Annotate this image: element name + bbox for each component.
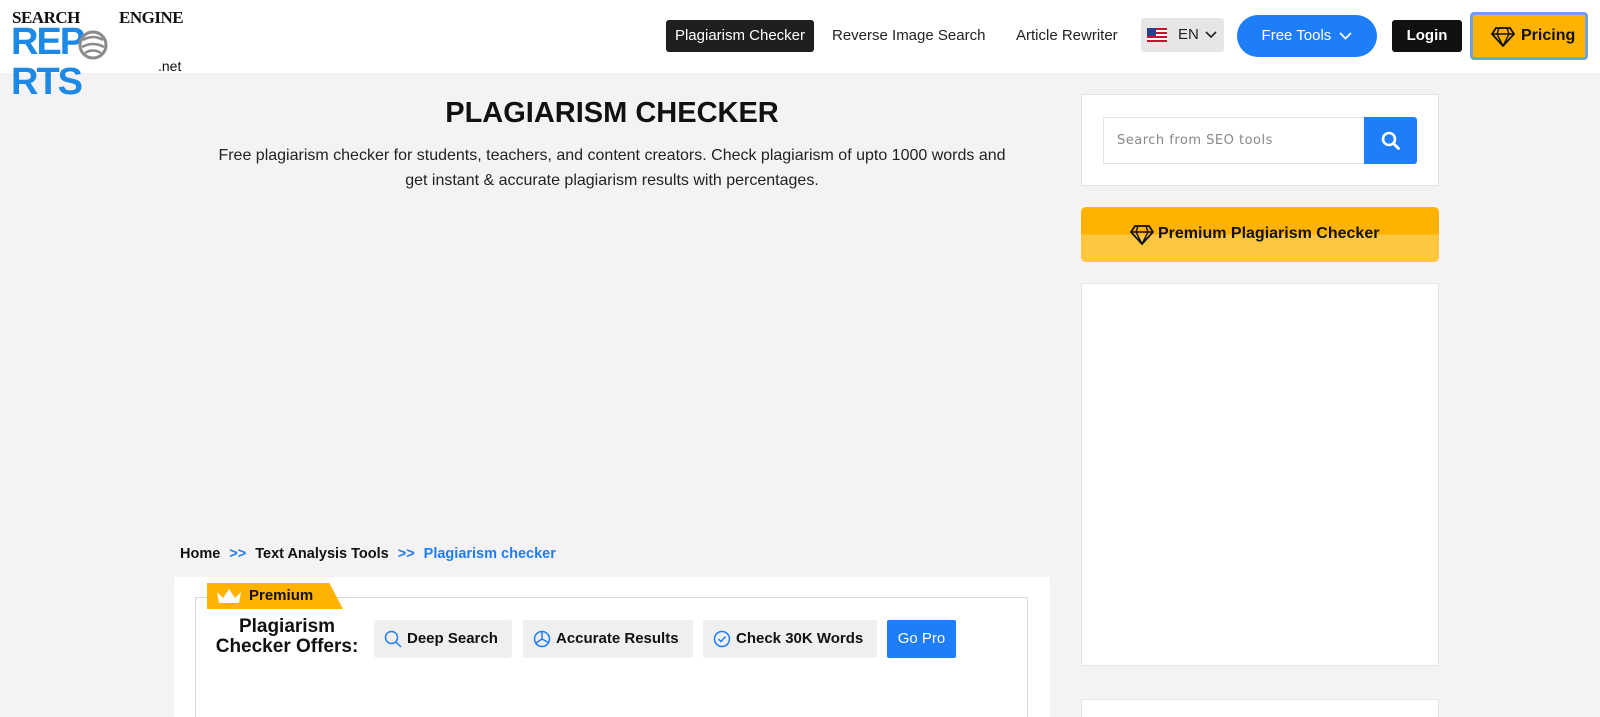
accurate-results-chip: Accurate Results	[523, 620, 693, 658]
breadcrumb-home[interactable]: Home	[180, 546, 220, 562]
page-title: PLAGIARISM CHECKER	[445, 97, 779, 129]
go-pro-button[interactable]: Go Pro	[887, 620, 956, 658]
deep-search-chip: Deep Search	[374, 620, 512, 658]
logo-rep: REP	[11, 21, 85, 63]
pricing-button[interactable]: Pricing	[1470, 12, 1588, 60]
check-circle-icon	[713, 630, 731, 648]
sidebar-ad-slot-2	[1081, 699, 1439, 717]
breadcrumb: Home >> Text Analysis Tools >> Plagiarism ch…	[180, 546, 556, 562]
login-button[interactable]: Login	[1392, 20, 1462, 52]
free-tools-label: Free Tools	[1261, 27, 1332, 44]
text-input-area[interactable]	[195, 679, 1028, 717]
search-icon	[1381, 131, 1400, 150]
offers-label-line-2: Checker Offers:	[215, 636, 359, 657]
sidebar-ad-slot	[1081, 283, 1439, 666]
nav-reverse-image-search[interactable]: Reverse Image Search	[832, 20, 985, 52]
search-button[interactable]	[1364, 117, 1417, 164]
breadcrumb-text-analysis[interactable]: Text Analysis Tools	[255, 546, 389, 562]
top-header: SEARCH ENGINE REPRTS .net Plagiarism Che…	[0, 0, 1600, 102]
crown-icon	[217, 589, 241, 603]
breadcrumb-separator: >>	[397, 546, 415, 562]
seo-tools-search-input[interactable]: Search from SEO tools	[1103, 117, 1364, 164]
premium-checker-label: Premium Plagiarism Checker	[1158, 225, 1380, 242]
premium-ribbon-label: Premium	[249, 587, 314, 604]
breadcrumb-separator: >>	[229, 546, 247, 562]
deep-search-label: Deep Search	[407, 630, 498, 647]
breadcrumb-current: Plagiarism checker	[423, 546, 556, 562]
pie-chart-icon	[533, 630, 551, 648]
subtitle-line-2: get instant & accurate plagiarism result…	[405, 172, 819, 189]
offers-label: Plagiarism Checker Offers:	[212, 617, 362, 657]
logo-net-text: .net	[158, 58, 182, 74]
language-label: EN	[1178, 26, 1199, 43]
us-flag-icon	[1147, 28, 1167, 42]
accurate-results-label: Accurate Results	[556, 630, 679, 647]
diamond-icon	[1130, 225, 1154, 245]
nav-article-rewriter[interactable]: Article Rewriter	[1016, 20, 1118, 52]
diamond-icon	[1491, 27, 1515, 47]
page-subtitle: Free plagiarism checker for students, te…	[172, 143, 1052, 193]
language-selector[interactable]: EN	[1141, 18, 1224, 52]
logo-rts: RTS	[11, 61, 83, 103]
premium-plagiarism-checker-button[interactable]: Premium Plagiarism Checker	[1081, 207, 1439, 262]
pricing-label: Pricing	[1521, 27, 1576, 44]
nav-plagiarism-checker[interactable]: Plagiarism Checker	[666, 20, 814, 52]
check-words-label: Check 30K Words	[736, 630, 864, 647]
chevron-down-icon	[1205, 31, 1217, 39]
globe-icon	[78, 30, 108, 60]
site-logo[interactable]: SEARCH ENGINE REPRTS .net	[11, 8, 184, 102]
offers-label-line-1: Plagiarism	[238, 616, 336, 637]
chevron-down-icon	[1339, 32, 1353, 40]
subtitle-line-1: Free plagiarism checker for students, te…	[218, 147, 1006, 164]
free-tools-button[interactable]: Free Tools	[1237, 15, 1377, 57]
search-icon	[384, 630, 402, 648]
check-words-chip: Check 30K Words	[703, 620, 877, 658]
premium-ribbon: Premium	[207, 583, 343, 609]
